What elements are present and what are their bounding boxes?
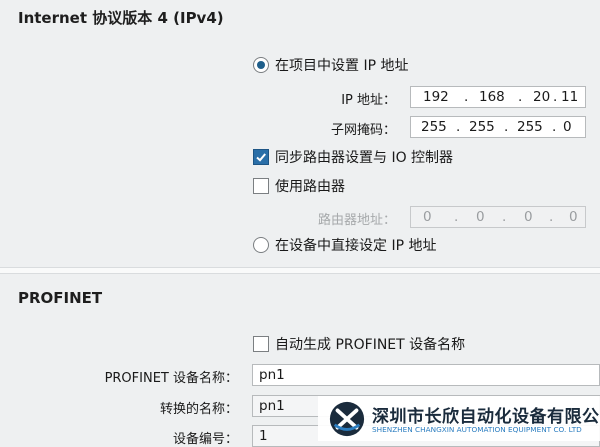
radio-selected-icon <box>253 57 269 73</box>
ipv4-section-title: Internet 协议版本 4 (IPv4) <box>18 9 224 27</box>
radio-set-in-project[interactable]: 在项目中设置 IP 地址 <box>253 55 408 75</box>
radio-unselected-icon <box>253 237 269 253</box>
router-dot-2: . <box>502 209 507 225</box>
checkbox-use-router[interactable]: 使用路由器 <box>253 176 345 196</box>
profinet-section-title: PROFINET <box>18 289 103 307</box>
router-octet-1: 0 <box>423 209 432 225</box>
subnet-dot-1: . <box>456 119 461 135</box>
router-address-field[interactable]: 0 . 0 . 0 . 0 <box>410 206 586 228</box>
subnet-dot-3: . <box>552 119 557 135</box>
set-in-project-label: 在项目中设置 IP 地址 <box>275 58 409 74</box>
checkbox-sync-router[interactable]: 同步路由器设置与 IO 控制器 <box>253 147 453 167</box>
subnet-mask-label: 子网掩码： <box>330 123 396 138</box>
ip-octet-1: 192 <box>423 89 449 105</box>
router-octet-2: 0 <box>476 209 485 225</box>
ip-octet-3: 20 <box>533 89 551 105</box>
ip-dot-2: . <box>518 89 523 105</box>
router-dot-1: . <box>454 209 459 225</box>
subnet-mask-field[interactable]: 255 . 255 . 255 . 0 <box>410 116 586 138</box>
checkbox-checked-icon <box>253 149 269 165</box>
sync-router-label: 同步路由器设置与 IO 控制器 <box>275 150 454 166</box>
company-logo-icon <box>329 401 365 437</box>
checkbox-unchecked-icon <box>253 178 269 194</box>
checkbox-unchecked-icon <box>253 336 269 352</box>
watermark-company-cn: 深圳市长欣自动化设备有限公司 <box>372 407 600 427</box>
ip-dot-1: . <box>464 89 469 105</box>
ip-address-field[interactable]: 192 . 168 . 20 . 11 <box>410 86 586 108</box>
use-router-label: 使用路由器 <box>275 179 345 195</box>
set-on-device-label: 在设备中直接设定 IP 地址 <box>275 238 437 254</box>
router-dot-3: . <box>549 209 554 225</box>
ip-octet-2: 168 <box>479 89 505 105</box>
router-octet-3: 0 <box>524 209 533 225</box>
watermark-company-en: SHENZHEN CHANGXIN AUTOMATION EQUIPMENT C… <box>372 425 582 434</box>
checkbox-auto-generate-name[interactable]: 自动生成 PROFINET 设备名称 <box>253 334 465 354</box>
subnet-octet-3: 255 <box>517 119 543 135</box>
section-divider <box>0 267 600 274</box>
ip-dot-3: . <box>553 89 558 105</box>
converted-name-label: 转换的名称： <box>159 402 238 417</box>
subnet-octet-1: 255 <box>421 119 447 135</box>
company-watermark: 深圳市长欣自动化设备有限公司 SHENZHEN CHANGXIN AUTOMAT… <box>318 396 600 441</box>
subnet-octet-4: 0 <box>563 119 572 135</box>
subnet-octet-2: 255 <box>469 119 495 135</box>
ip-address-label: IP 地址： <box>341 93 396 108</box>
device-name-input[interactable]: pn1 <box>252 364 600 386</box>
router-octet-4: 0 <box>569 209 578 225</box>
device-number-label: 设备编号： <box>172 432 238 447</box>
subnet-dot-2: . <box>504 119 509 135</box>
radio-set-on-device[interactable]: 在设备中直接设定 IP 地址 <box>253 235 436 255</box>
ip-octet-4: 11 <box>561 89 579 105</box>
auto-generate-name-label: 自动生成 PROFINET 设备名称 <box>275 337 466 353</box>
device-name-label: PROFINET 设备名称： <box>104 371 238 386</box>
router-address-label: 路由器地址： <box>317 213 396 228</box>
